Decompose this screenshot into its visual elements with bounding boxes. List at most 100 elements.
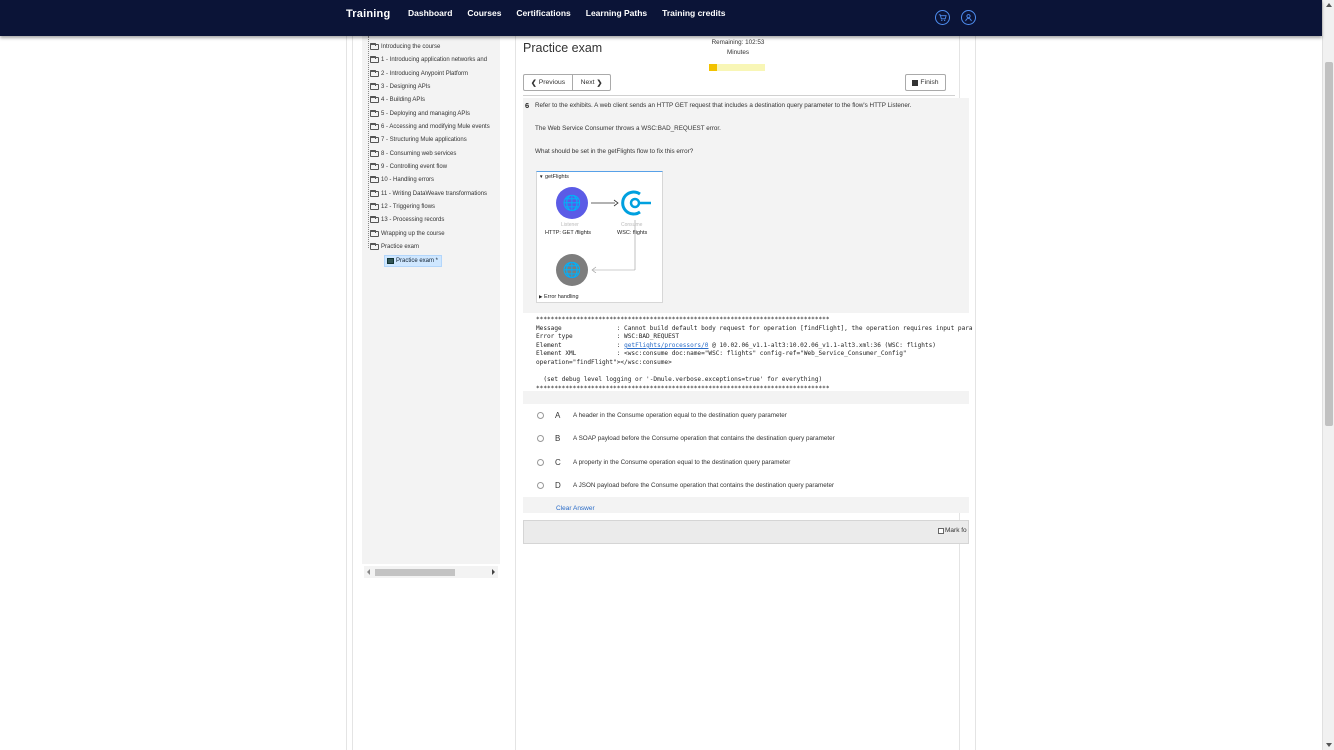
outline-item[interactable]: 10 - Handling errors [370,174,434,186]
previous-button[interactable]: ❮ Previous [523,74,573,91]
outline-item[interactable]: 5 - Deploying and managing APIs [370,108,470,120]
log-debug-hint: (set debug level logging or '-Dmule.verb… [536,376,823,384]
outline-item[interactable]: 3 - Designing APIs [370,81,430,93]
nav-certifications[interactable]: Certifications [516,8,570,18]
outline-item-label: 13 - Processing records [381,217,445,223]
outline-item-label: Practice exam [381,244,420,250]
radio-c[interactable] [537,458,544,466]
scroll-thumb[interactable] [1325,62,1333,426]
answer-option-d[interactable]: D A JSON payload before the Consume oper… [523,474,969,496]
outline-item-label: Introducing the course [381,44,441,50]
finish-button[interactable]: Finish [905,74,946,91]
radio-a[interactable] [537,411,544,419]
nav-courses[interactable]: Courses [467,8,501,18]
consume-label: WSC: flights [617,230,648,236]
outline-item[interactable]: 9 - Controlling event flow [370,161,447,173]
toolbar-divider [523,95,955,96]
scroll-right-icon[interactable] [492,569,495,575]
page-frame-left-inner [352,36,353,750]
outline-item[interactable]: 11 - Writing DataWeave transformations [370,188,487,200]
outline-item[interactable]: Wrapping up the course [370,228,445,240]
question-text-2: The Web Service Consumer throws a WSC:BA… [535,125,721,132]
folder-icon [370,110,379,117]
outline-item-label: 9 - Controlling event flow [381,164,448,170]
outline-horizontal-scrollbar[interactable] [364,566,498,578]
question-text-1: Refer to the exhibits. A web client send… [535,102,912,109]
outline-item-label: 4 - Building APIs [381,97,426,103]
timer: Remaining: 102:53 Minutes [708,38,768,58]
clear-answer-link[interactable]: Clear Answer [556,505,595,512]
answer-option-c[interactable]: C A property in the Consume operation eq… [523,451,969,473]
stop-icon [912,79,919,86]
panel-divider [515,36,516,750]
page-frame-left [346,36,347,750]
question-text-3: What should be set in the getFlights flo… [535,148,694,155]
listener-caption: Listener [561,222,579,228]
scroll-left-icon[interactable] [367,569,370,575]
outline-item[interactable]: 13 - Processing records [370,214,444,226]
answer-option-a[interactable]: A A header in the Consume operation equa… [523,404,969,426]
outline-item[interactable]: 1 - Introducing application networks and [370,54,487,66]
exam-progress-fill [709,64,717,71]
user-icon[interactable] [961,10,976,25]
cart-icon[interactable] [935,10,950,25]
nav-dashboard[interactable]: Dashboard [408,8,452,18]
outline-item-label: 5 - Deploying and managing APIs [381,111,471,117]
flow-name: ▼ getFlights [539,174,569,180]
page-frame-right [975,36,976,750]
folder-icon [370,136,379,143]
outline-item[interactable]: 12 - Triggering flows [370,201,435,213]
question-number: 6 [525,101,530,110]
log-message: Message : Cannot build default body requ… [536,324,973,332]
folder-icon [370,56,379,63]
outline-item[interactable]: 4 - Building APIs [370,94,425,106]
brand-title[interactable]: Training [346,8,390,20]
outline-selected-label: Practice exam * [396,258,439,264]
outline-item-label: 8 - Consuming web services [381,151,457,157]
outline-item-practice-exam[interactable]: Practice exam [370,241,419,253]
scroll-down-icon[interactable] [1326,743,1332,747]
log-stars-bottom: ****************************************… [536,384,830,392]
cart-icon-glyph [938,14,947,22]
folder-open-icon [370,243,379,250]
outline-item[interactable]: 7 - Structuring Mule applications [370,134,467,146]
outline-item-label: 3 - Designing APIs [381,84,431,90]
main-nav: Dashboard Courses Certifications Learnin… [408,8,725,18]
folder-icon [370,190,379,197]
outline-item[interactable]: 6 - Accessing and modifying Mule events [370,121,490,133]
folder-icon [370,43,379,50]
nav-training-credits[interactable]: Training credits [662,8,725,18]
outline-item-selected[interactable]: Practice exam * [384,255,442,267]
mark-checkbox[interactable] [938,527,944,534]
listener-label: HTTP: GET /flights [545,230,592,236]
answer-text: A SOAP payload before the Consume operat… [573,434,835,442]
flow-name-label: getFlights [545,174,569,180]
page-vertical-scrollbar[interactable] [1322,0,1334,750]
radio-b[interactable] [537,434,544,442]
timer-remaining: Remaining: 102:53 [711,39,765,46]
answer-letter: D [555,480,561,490]
folder-icon [370,230,379,237]
log-element-link[interactable]: getFlights/processors/0 [624,342,708,349]
nav-learning-paths[interactable]: Learning Paths [586,8,647,18]
outline-item[interactable]: Introducing the course [370,41,440,53]
outline-item-label: 12 - Triggering flows [381,204,436,210]
outline-item[interactable]: 8 - Consuming web services [370,148,456,160]
http-listener-icon: 🌐 [556,187,588,219]
folder-icon [370,216,379,223]
radio-d[interactable] [537,481,544,489]
error-log: ****************************************… [523,313,973,392]
log-element-prefix: Element : [536,341,625,349]
next-button[interactable]: Next ❯ [572,74,611,91]
scroll-thumb[interactable] [375,569,455,576]
mark-for-review[interactable]: Mark fo [938,527,967,534]
answer-option-b[interactable]: B A SOAP payload before the Consume oper… [523,427,969,449]
scroll-up-icon[interactable] [1326,3,1332,7]
outline-item[interactable]: 2 - Introducing Anypoint Platform [370,68,468,80]
folder-icon [370,83,379,90]
top-nav-bar: Training Dashboard Courses Certification… [0,0,1322,36]
error-handling: ▶ Error handling [539,294,579,300]
chevron-left-icon: ❮ [530,79,537,87]
timer-unit: Minutes [726,49,750,56]
log-element-suffix: @ 10.02.06_v1.1-alt3:10.02.06_v1.1-alt3.… [708,341,936,349]
